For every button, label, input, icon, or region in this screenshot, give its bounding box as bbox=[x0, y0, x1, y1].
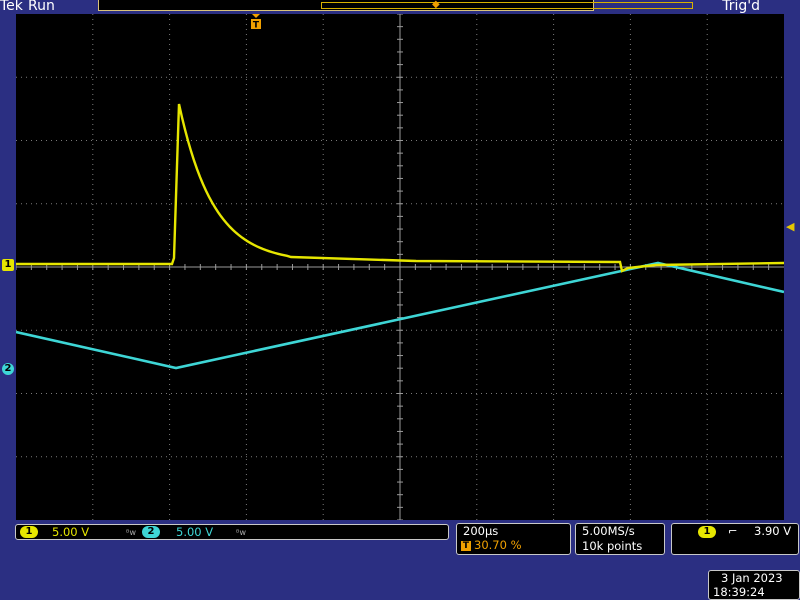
timebase-readout[interactable]: 200µs T 30.70 % bbox=[456, 523, 571, 555]
bandwidth-limit-icon: ᴮw bbox=[126, 528, 136, 537]
acquisition-readout[interactable]: 5.00MS/s 10k points bbox=[575, 523, 665, 555]
brand-label: Tek bbox=[0, 0, 23, 14]
ch2-scale[interactable]: 5.00 V bbox=[176, 525, 213, 539]
ch2-ground-marker[interactable]: 2 bbox=[2, 363, 14, 375]
status-bar: Tek Run ◆ Trig'd bbox=[0, 0, 800, 14]
trigger-readout[interactable]: 1 ⌐ 3.90 V bbox=[671, 523, 799, 555]
record-window[interactable] bbox=[321, 2, 693, 9]
ch1-badge[interactable]: 1 bbox=[20, 526, 38, 538]
ch1-scale[interactable]: 5.00 V bbox=[52, 525, 89, 539]
record-trigger-icon: ◆ bbox=[432, 0, 440, 10]
timestamp-readout: 3 Jan 2023 18:39:24 bbox=[708, 570, 800, 600]
bandwidth-limit-icon: ᴮw bbox=[236, 528, 246, 537]
trigger-slope-icon[interactable]: ⌐ bbox=[728, 524, 738, 538]
grid-lines bbox=[15, 13, 784, 521]
sample-rate[interactable]: 5.00MS/s bbox=[582, 524, 635, 538]
record-length[interactable]: 10k points bbox=[582, 539, 642, 553]
trigger-position-icon: T bbox=[461, 541, 471, 551]
trigger-position-marker[interactable]: T bbox=[250, 14, 262, 31]
trigger-status: Trig'd bbox=[722, 0, 760, 14]
time-label: 18:39:24 bbox=[713, 585, 765, 599]
run-state[interactable]: Run bbox=[28, 0, 55, 14]
ch2-badge[interactable]: 2 bbox=[142, 526, 160, 538]
graticule bbox=[15, 13, 785, 521]
trigger-position-percent[interactable]: 30.70 % bbox=[474, 538, 522, 552]
horizontal-scale[interactable]: 200µs bbox=[463, 524, 498, 538]
date-label: 3 Jan 2023 bbox=[721, 571, 783, 585]
trigger-level-arrow[interactable]: ◀ bbox=[786, 221, 794, 232]
trigger-level[interactable]: 3.90 V bbox=[754, 524, 791, 538]
readout-area: 1 5.00 V ᴮw 2 5.00 V ᴮw 200µs T 30.70 % … bbox=[0, 520, 800, 600]
waveform-display[interactable] bbox=[15, 13, 785, 521]
ch1-ground-marker[interactable]: 1 bbox=[2, 259, 14, 271]
trigger-source-badge[interactable]: 1 bbox=[698, 526, 716, 538]
channel-readout[interactable]: 1 5.00 V ᴮw 2 5.00 V ᴮw bbox=[15, 524, 449, 540]
svg-text:T: T bbox=[253, 21, 260, 31]
record-view[interactable]: ◆ bbox=[98, 0, 693, 11]
